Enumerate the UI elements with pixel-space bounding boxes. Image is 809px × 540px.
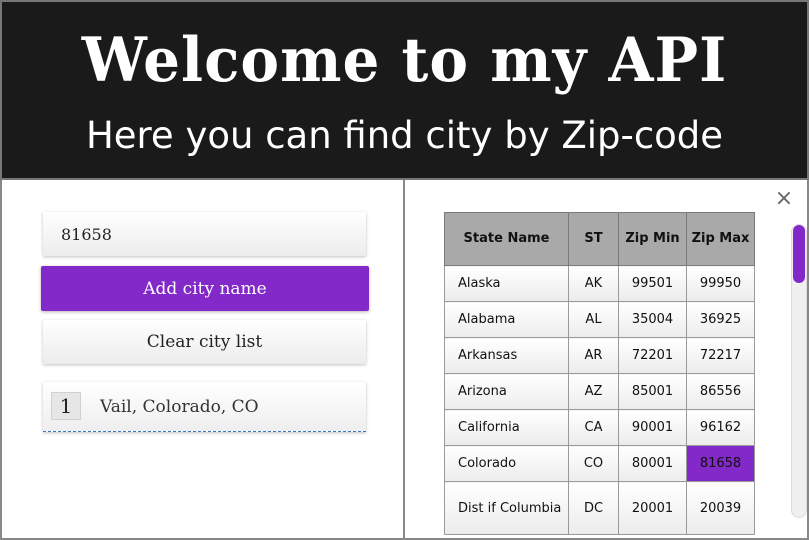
cell-st: AL [568,301,619,338]
cell-zip-min: 90001 [618,409,687,446]
cell-zip-max: 72217 [686,337,755,374]
table-row: Arizona AZ 85001 86556 [444,373,755,410]
table-header-row: State Name ST Zip Min Zip Max [444,212,755,266]
cell-st: CA [568,409,619,446]
cell-zip-max: 86556 [686,373,755,410]
cell-state-name: Colorado [444,445,569,482]
cell-zip-min: 72201 [618,337,687,374]
cell-state-name: Alabama [444,301,569,338]
table-scrollbar[interactable] [791,224,807,518]
scrollbar-thumb[interactable] [793,225,805,283]
column-header-state-name: State Name [444,212,569,266]
table-row: Dist if Columbia DC 20001 20039 [444,481,755,535]
column-header-zip-min: Zip Min [618,212,687,266]
zip-code-input[interactable] [43,212,366,256]
cell-zip-min: 35004 [618,301,687,338]
cell-state-name: Arizona [444,373,569,410]
add-city-button[interactable]: Add city name [41,266,369,311]
cell-state-name: California [444,409,569,446]
cell-zip-min: 80001 [618,445,687,482]
cell-st: AK [568,265,619,302]
cell-zip-max: 96162 [686,409,755,446]
city-index-badge: 1 [51,392,81,420]
zip-search-panel: Add city name Clear city list 1 Vail, Co… [0,180,405,540]
clear-city-list-button[interactable]: Clear city list [43,320,366,364]
close-icon[interactable]: × [773,188,795,210]
table-row: Alaska AK 99501 99950 [444,265,755,302]
cell-st: AZ [568,373,619,410]
cell-state-name: Dist if Columbia [444,481,569,535]
cell-zip-max: 36925 [686,301,755,338]
city-list-item: 1 Vail, Colorado, CO [43,382,366,432]
table-row: Alabama AL 35004 36925 [444,301,755,338]
table-row: Arkansas AR 72201 72217 [444,337,755,374]
state-zip-table: State Name ST Zip Min Zip Max Alaska AK … [444,212,755,535]
cell-st: DC [568,481,619,535]
cell-st: AR [568,337,619,374]
table-row-selected: Colorado CO 80001 81658 [444,445,755,482]
cell-zip-min: 85001 [618,373,687,410]
column-header-zip-max: Zip Max [686,212,755,266]
column-header-st: ST [568,212,619,266]
table-row: California CA 90001 96162 [444,409,755,446]
page-subtitle: Here you can find city by Zip-code [85,114,724,157]
cell-zip-min: 20001 [618,481,687,535]
cell-state-name: Alaska [444,265,569,302]
page-header: Welcome to my API Here you can find city… [0,0,809,180]
state-zip-panel: × State Name ST Zip Min Zip Max Alaska A… [405,180,809,540]
page-title: Welcome to my API [81,24,728,96]
cell-state-name: Arkansas [444,337,569,374]
city-name: Vail, Colorado, CO [100,397,259,417]
cell-st: CO [568,445,619,482]
cell-zip-max: 20039 [686,481,755,535]
cell-zip-min: 99501 [618,265,687,302]
cell-zip-max: 99950 [686,265,755,302]
cell-zip-max-highlighted: 81658 [686,445,755,482]
